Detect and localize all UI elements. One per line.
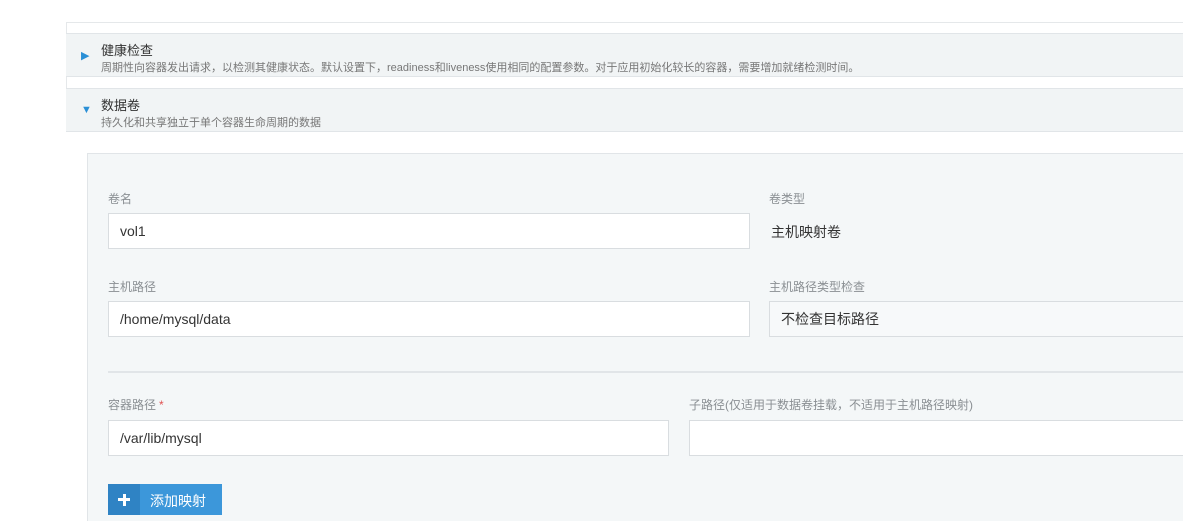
host-path-check-select[interactable]: 不检查目标路径 bbox=[769, 301, 1183, 337]
required-mark: * bbox=[159, 398, 164, 412]
container-path-input[interactable]: /var/lib/mysql bbox=[108, 420, 669, 456]
add-mapping-button[interactable]: 添加映射 bbox=[108, 484, 222, 515]
volumes-description: 持久化和共享独立于单个容器生命周期的数据 bbox=[101, 117, 321, 129]
mapping-divider bbox=[108, 371, 1183, 373]
volume-name-input[interactable]: vol1 bbox=[108, 213, 750, 249]
volume-name-label: 卷名 bbox=[108, 192, 133, 206]
sub-path-input[interactable] bbox=[689, 420, 1183, 456]
health-check-description: 周期性向容器发出请求，以检测其健康状态。默认设置下，readiness和live… bbox=[101, 62, 860, 74]
host-path-label: 主机路径 bbox=[108, 280, 157, 294]
health-check-title: 健康检查 bbox=[101, 43, 154, 58]
container-path-label: 容器路径 * bbox=[108, 396, 164, 413]
previous-section-card bbox=[66, 0, 1183, 23]
host-path-check-label: 主机路径类型检查 bbox=[769, 280, 866, 294]
volume-entry-panel bbox=[87, 153, 1183, 521]
volume-type-value: 主机映射卷 bbox=[771, 224, 841, 240]
container-path-label-text: 容器路径 bbox=[108, 398, 157, 412]
collapse-caret-icon: ▼ bbox=[81, 104, 92, 116]
host-path-input[interactable]: /home/mysql/data bbox=[108, 301, 750, 337]
add-mapping-label: 添加映射 bbox=[150, 493, 206, 509]
health-check-section-header[interactable]: ▶ 健康检查 周期性向容器发出请求，以检测其健康状态。默认设置下，readine… bbox=[66, 33, 1183, 77]
volumes-section-header[interactable]: ▼ 数据卷 持久化和共享独立于单个容器生命周期的数据 bbox=[66, 88, 1183, 132]
volumes-title: 数据卷 bbox=[101, 98, 141, 113]
expand-caret-icon: ▶ bbox=[81, 50, 90, 62]
sub-path-label: 子路径(仅适用于数据卷挂载，不适用于主机路径映射) bbox=[689, 398, 973, 412]
volume-type-label: 卷类型 bbox=[769, 192, 806, 206]
plus-icon bbox=[108, 484, 140, 515]
